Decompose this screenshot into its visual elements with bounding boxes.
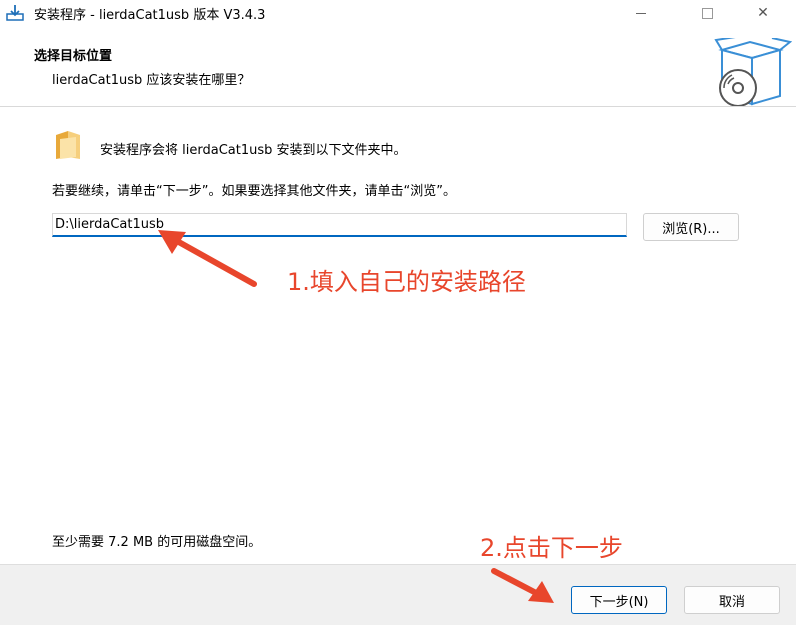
folder-icon	[56, 131, 80, 159]
box-disc-icon	[714, 38, 792, 107]
arrow-icon	[158, 230, 257, 287]
cancel-button[interactable]: 取消	[684, 586, 780, 614]
disk-space-text: 至少需要 7.2 MB 的可用磁盘空间。	[52, 535, 262, 550]
maximize-icon	[701, 7, 713, 19]
window-title: 安装程序 - lierdaCat1usb 版本 V3.4.3	[34, 8, 266, 23]
close-icon: ✕	[757, 5, 769, 21]
page-subtitle: lierdaCat1usb 应该安装在哪里？	[52, 73, 251, 88]
arrow-icon	[491, 568, 554, 603]
page-title: 选择目标位置	[34, 49, 113, 64]
maximize-button[interactable]	[684, 0, 730, 26]
annotation-step1: 1.填入自己的安装路径	[287, 268, 526, 296]
browse-button[interactable]: 浏览(R)...	[643, 213, 739, 241]
next-button[interactable]: 下一步(N)	[571, 586, 667, 614]
title-bar: 安装程序 - lierdaCat1usb 版本 V3.4.3 ✕	[0, 0, 796, 26]
instruction-text: 若要继续，请单击“下一步”。如果要选择其他文件夹，请单击“浏览”。	[52, 184, 456, 199]
info-text: 安装程序会将 lierdaCat1usb 安装到以下文件夹中。	[100, 143, 407, 158]
installer-icon	[6, 5, 24, 21]
annotation-step2: 2.点击下一步	[480, 534, 623, 562]
minimize-icon	[636, 12, 646, 14]
header-divider	[0, 106, 796, 107]
close-button[interactable]: ✕	[740, 0, 786, 26]
minimize-button[interactable]	[618, 0, 664, 26]
install-path-input[interactable]	[52, 213, 627, 237]
footer-bar	[0, 564, 796, 625]
